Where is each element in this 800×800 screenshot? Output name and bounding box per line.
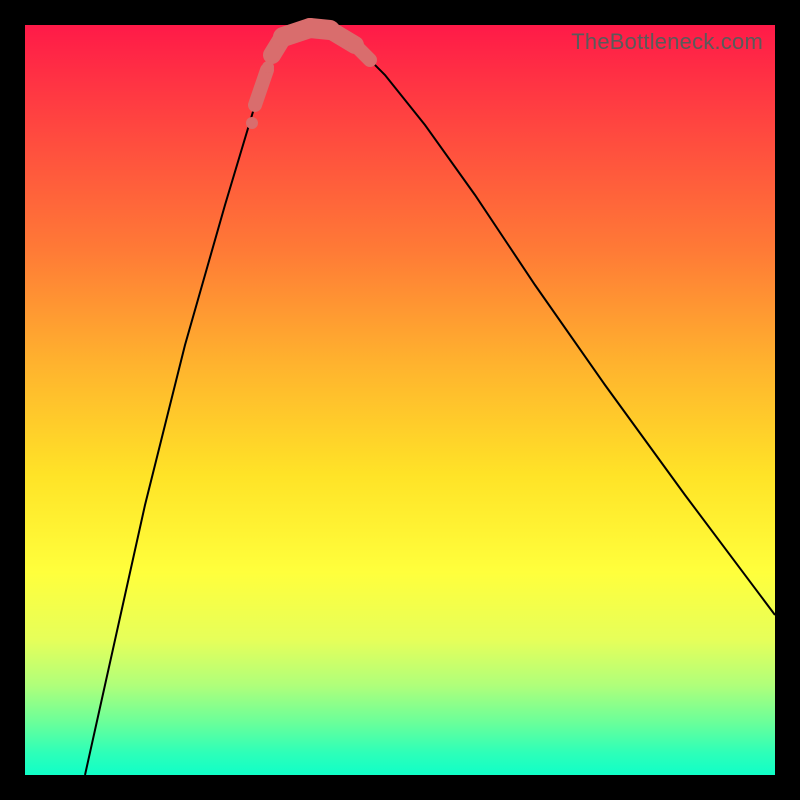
bottleneck-plot [25, 25, 775, 775]
highlight-layer [246, 28, 370, 129]
highlight-segment [255, 70, 267, 105]
highlight-dot [262, 61, 274, 73]
highlight-dot [246, 117, 258, 129]
highlight-segment [355, 45, 370, 60]
bottleneck-curve [85, 28, 775, 775]
chart-frame: TheBottleneck.com [25, 25, 775, 775]
